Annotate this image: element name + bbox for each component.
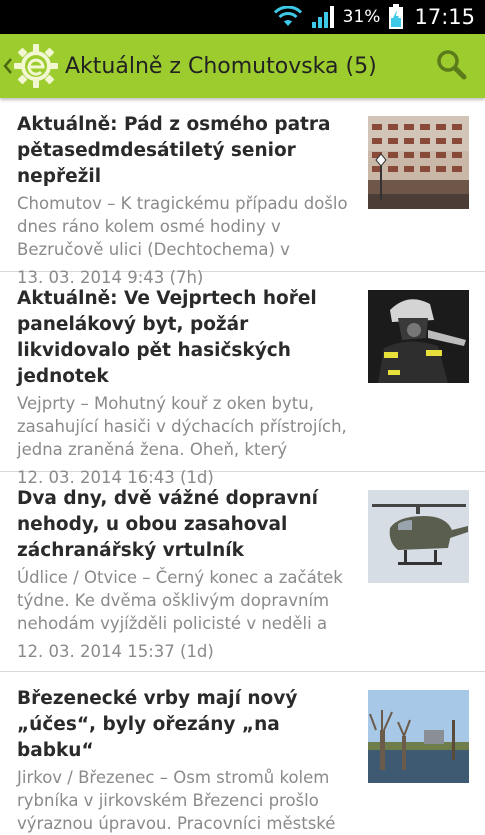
- clock: 17:15: [414, 5, 475, 29]
- article-title: Aktuálně: Ve Vejprtech hořel panelákový …: [17, 288, 317, 387]
- article-thumbnail: [368, 290, 469, 383]
- list-item[interactable]: Březenecké vrby mají nový „účes“, byly o…: [0, 672, 485, 833]
- app-title: Aktuálně z Chomutovska (5): [65, 53, 377, 79]
- article-thumbnail: [368, 490, 469, 583]
- article-teaser: Jirkov / Březenec – Osm stromů kolem ryb…: [17, 768, 336, 833]
- article-list: Aktuálně: Pád z osmého patra pětasedmdes…: [0, 98, 485, 833]
- article-thumbnail: [368, 116, 469, 209]
- list-item[interactable]: Dva dny, dvě vážné dopravní nehody, u ob…: [0, 472, 485, 672]
- article-teaser: Vejprty – Mohutný kouř z oken bytu, zasa…: [17, 394, 347, 459]
- article-title: Březenecké vrby mají nový „účes“, byly o…: [17, 688, 298, 761]
- article-thumbnail: [368, 690, 469, 783]
- list-item[interactable]: Aktuálně: Pád z osmého patra pětasedmdes…: [0, 98, 485, 287]
- battery-percent: 31%: [342, 7, 381, 27]
- article-date: 12. 03. 2014 15:37 (1d): [17, 642, 214, 661]
- article-title: Dva dny, dvě vážné dopravní nehody, u ob…: [17, 488, 318, 561]
- search-button[interactable]: [433, 48, 469, 84]
- signal-icon: [311, 5, 337, 29]
- app-bar: Aktuálně z Chomutovska (5): [0, 34, 485, 98]
- search-icon: [435, 48, 467, 84]
- wifi-icon: [273, 6, 303, 28]
- battery-charging-icon: [388, 4, 404, 30]
- article-title: Aktuálně: Pád z osmého patra pětasedmdes…: [17, 114, 331, 187]
- status-bar: 31% 17:15: [0, 0, 485, 34]
- app-logo-icon[interactable]: [13, 43, 59, 89]
- up-chevron-icon[interactable]: [3, 56, 13, 76]
- article-teaser: Údlice / Otvice – Černý konec a začátek …: [17, 568, 343, 633]
- article-teaser: Chomutov – K tragickému případu došlo dn…: [17, 194, 348, 259]
- list-item[interactable]: Aktuálně: Ve Vejprtech hořel panelákový …: [0, 272, 485, 487]
